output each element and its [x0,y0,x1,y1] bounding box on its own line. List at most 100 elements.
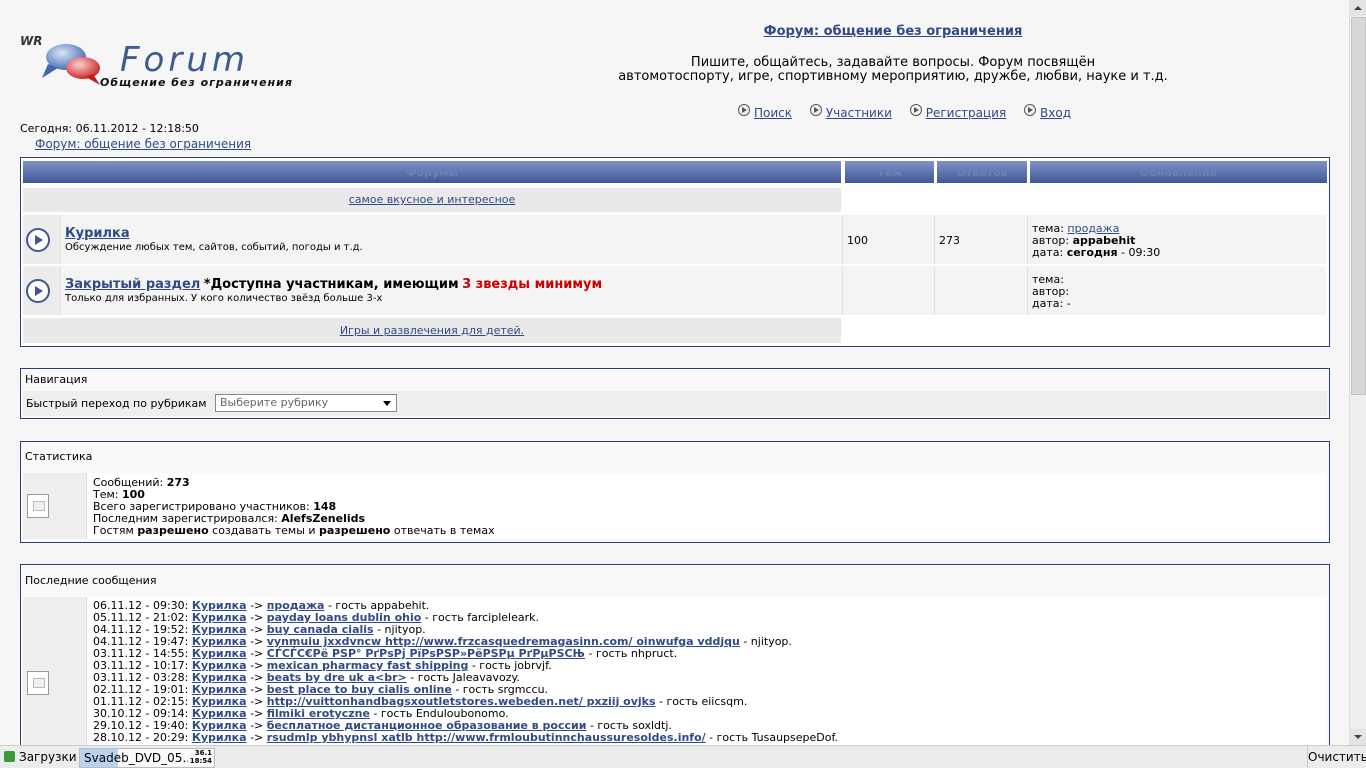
nav-login-link[interactable]: Вход [1040,106,1071,120]
downloads-button[interactable]: Загрузки [4,750,77,764]
download-size-top: 36.1 [194,749,212,757]
play-circle-icon [1024,104,1037,116]
site-description-line2: автомотоспорту, игре, спортивному меропр… [618,69,1168,84]
last-date: сегодня [1066,246,1118,259]
guests-allowed: разрешено [319,524,391,537]
scroll-down-icon[interactable] [1350,729,1366,745]
recent-icon-cell [23,597,87,745]
recent-guest-label: - гость [709,731,749,744]
nav-members-link[interactable]: Участники [826,106,892,120]
forum-topics-count: 100 [843,215,935,264]
download-size: 36.1 18:54 [190,749,212,765]
messages-count: 273 [166,476,190,489]
recent-arrow: -> [250,731,264,744]
forum-page: WR Forum Общение без ограничения Форум: … [0,0,1349,745]
label: отвечать в темах [393,524,495,537]
forum-row: Закрытый раздел *Доступна участникам, им… [23,266,1326,315]
recent-guest-label: - гость [424,611,464,624]
label: дата: [1032,246,1064,259]
forum-description: Только для избранных. У кого количество … [65,293,383,304]
category-row: самое вкусное и интересное [23,188,841,212]
scroll-thumb[interactable] [1351,17,1366,395]
recent-guest-label: - гость [588,647,628,660]
recent-image-icon [27,671,49,695]
forum-icon-cell [23,215,61,264]
nav-register-link[interactable]: Регистрация [926,106,1006,120]
recent-topic-link[interactable]: rsudmlp ybhypnsl xatlb http://www.frmlou… [267,731,706,744]
play-circle-icon [809,104,822,116]
header-updates: Обновление [1030,161,1327,183]
scroll-up-icon[interactable] [1350,0,1366,16]
downloads-bar: Загрузки Svadeb_DVD_05... 36.1 18:54 Очис… [0,745,1366,768]
recent-author: - njityop. [743,635,792,648]
forum-row: Курилка Обсуждение любых тем, сайтов, со… [23,215,1326,264]
site-title-link[interactable]: Форум: общение без ограничения [764,24,1023,39]
forum-description: Обсуждение любых тем, сайтов, событий, п… [65,242,363,253]
replies-value: 273 [939,234,960,247]
nav-search[interactable]: Поиск [738,104,792,120]
forum-arrow-icon[interactable] [26,279,50,303]
navigation-body: Быстрый переход по рубрикам Выберите руб… [23,391,1327,416]
logo-slogan: Общение без ограничения [100,76,293,89]
forum-replies-count: 273 [935,215,1028,264]
last-time: - 09:30 [1121,246,1161,259]
navigation-title: Навигация [25,373,88,386]
recent-author: farcipleleark. [467,611,539,624]
site-title[interactable]: Форум: общение без ограничения [630,24,1156,39]
recent-date: 28.10.12 - 20:29: [93,731,189,744]
category-row: Игры и развлечения для детей. [23,318,841,343]
label: Гостям [93,524,134,537]
category-link[interactable]: Игры и развлечения для детей. [340,324,524,337]
site-description-line1: Пишите, общайтесь, задавайте вопросы. Фо… [690,55,1096,70]
chevron-down-icon [383,401,391,406]
download-filename: Svadeb_DVD_05... [84,751,188,765]
recent-author: nhpruct. [630,647,678,660]
statistics-title: Статистика [25,450,93,463]
category-link[interactable]: самое вкусное и интересное [349,193,516,206]
nav-members[interactable]: Участники [809,104,892,120]
category-select-value: Выберите рубрику [220,396,329,409]
forum-topics-count [843,266,935,315]
downloads-label: Загрузки [19,750,77,764]
site-description: Пишите, общайтесь, задавайте вопросы. Фо… [610,56,1176,84]
guests-allowed: разрешено [137,524,209,537]
nav-login[interactable]: Вход [1024,104,1071,120]
header-forums: Форумы [23,161,841,183]
category-select[interactable]: Выберите рубрику [215,394,397,412]
forum-title-requirement: 3 звезды минимум [462,277,603,292]
download-item[interactable]: Svadeb_DVD_05... 36.1 18:54 [79,748,215,768]
play-circle-icon [909,104,922,116]
forum-title-link[interactable]: Закрытый раздел [65,277,200,292]
forum-replies-count [935,266,1028,315]
recent-list: 06.11.12 - 09:30: Курилка -> продажа - г… [93,600,838,744]
list-item: 28.10.12 - 20:29: Курилка -> rsudmlp ybh… [93,732,838,744]
topics-value: 100 [847,234,868,247]
statistics-panel: Статистика Сообщений: 273 Тем: 100 Всего… [20,441,1330,543]
recent-author: eiicsqm. [701,695,748,708]
clear-downloads-button[interactable]: Очистить [1307,746,1366,768]
nav-search-link[interactable]: Поиск [754,106,792,120]
nav-register[interactable]: Регистрация [909,104,1006,120]
forum-arrow-icon[interactable] [26,228,50,252]
recent-forum-link[interactable]: Курилка [192,731,247,744]
navigation-panel: Навигация Быстрый переход по рубрикам Вы… [20,368,1330,419]
header-replies: Ответов [937,161,1027,183]
breadcrumb-link[interactable]: Форум: общение без ограничения [35,137,251,151]
statistics-icon-cell [23,473,87,539]
jump-label: Быстрый переход по рубрикам [26,397,207,410]
forum-logo[interactable]: WR Forum Общение без ограничения [18,34,292,94]
recent-title: Последние сообщения [25,574,157,587]
logo-forum-text: Forum [120,40,250,80]
forum-last-update: тема: автор: дата: - [1028,266,1326,315]
download-icon [4,751,15,762]
forum-info-cell: Закрытый раздел *Доступна участникам, им… [61,266,843,315]
forum-title-link[interactable]: Курилка [65,226,130,241]
download-size-bottom: 18:54 [189,757,212,765]
vertical-scrollbar[interactable] [1349,0,1366,745]
label: создавать темы и [212,524,316,537]
forum-title-note: *Доступна участникам, имеющим [203,277,459,292]
breadcrumb: Форум: общение без ограничения [35,137,251,151]
forum-icon-cell [23,266,61,315]
forum-last-update: тема: продажа автор: appabehit дата: сег… [1028,215,1326,264]
recent-guest-label: - гость [659,695,698,708]
